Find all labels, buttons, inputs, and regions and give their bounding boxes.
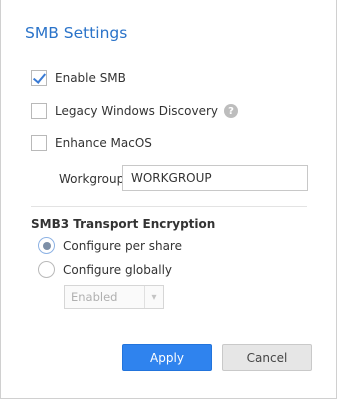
global-encryption-select[interactable]: Enabled ▾	[64, 285, 164, 309]
workgroup-label: Workgroup:	[59, 172, 129, 186]
section-divider	[31, 206, 307, 207]
configure-per-share-label: Configure per share	[63, 238, 182, 253]
legacy-discovery-checkbox[interactable]	[31, 103, 47, 119]
cancel-button[interactable]: Cancel	[222, 344, 312, 371]
configure-per-share-row[interactable]: Configure per share	[38, 237, 182, 254]
enable-smb-row[interactable]: Enable SMB	[31, 70, 126, 86]
legacy-discovery-row[interactable]: Legacy Windows Discovery ?	[31, 103, 239, 119]
question-icon[interactable]: ?	[224, 104, 239, 118]
configure-globally-radio[interactable]	[38, 261, 55, 278]
smb-settings-dialog: SMB Settings Enable SMB Legacy Windows D…	[0, 0, 337, 399]
configure-per-share-radio[interactable]	[38, 237, 55, 254]
chevron-down-icon: ▾	[144, 286, 163, 308]
global-encryption-value: Enabled	[71, 290, 118, 304]
workgroup-input[interactable]	[122, 165, 308, 191]
enable-smb-label: Enable SMB	[55, 71, 126, 85]
enhance-macos-row[interactable]: Enhance MacOS	[31, 135, 152, 151]
enhance-macos-label: Enhance MacOS	[55, 136, 152, 150]
legacy-discovery-label: Legacy Windows Discovery	[55, 104, 219, 118]
enhance-macos-checkbox[interactable]	[31, 135, 47, 151]
configure-globally-label: Configure globally	[63, 262, 173, 277]
dialog-title: SMB Settings	[25, 24, 128, 42]
configure-globally-row[interactable]: Configure globally	[38, 261, 172, 278]
apply-button[interactable]: Apply	[122, 344, 212, 371]
enable-smb-checkbox[interactable]	[31, 70, 47, 86]
encryption-section-title: SMB3 Transport Encryption	[31, 217, 216, 231]
